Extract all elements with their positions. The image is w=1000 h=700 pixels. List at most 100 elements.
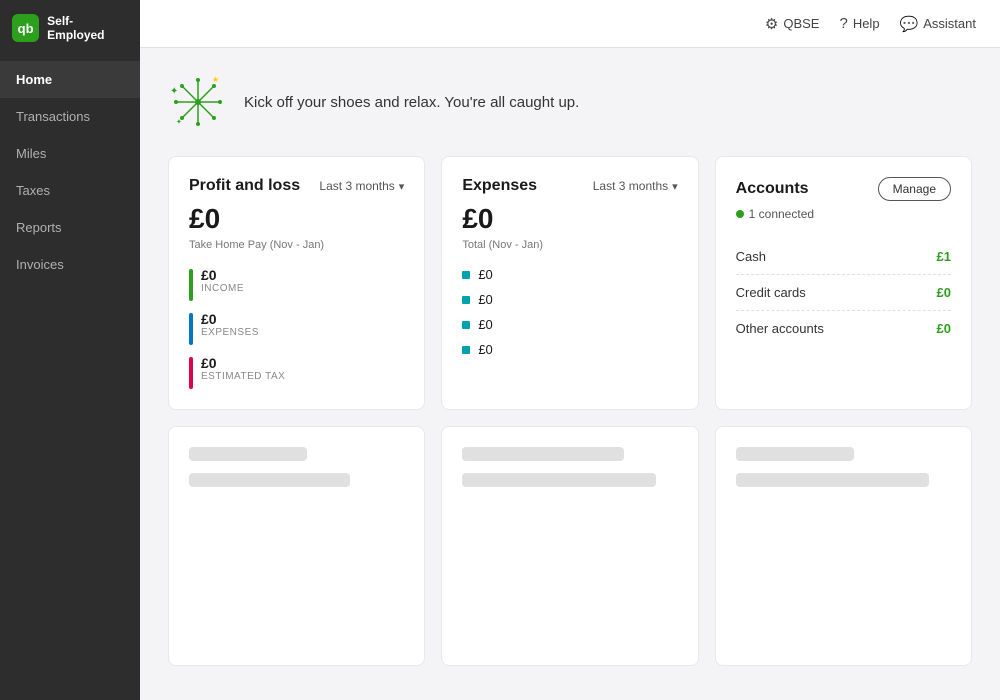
expenses-amount: £0 <box>462 203 677 235</box>
skeleton-line <box>736 447 854 461</box>
sidebar-item-home[interactable]: Home <box>0 61 140 98</box>
sidebar-item-invoices[interactable]: Invoices <box>0 246 140 283</box>
expense-value-4: £0 <box>478 342 492 357</box>
assistant-icon: 💬 <box>900 15 919 33</box>
skeleton-line <box>189 473 350 487</box>
expense-item-4: £0 <box>462 342 677 357</box>
expense-list: £0 £0 £0 £0 <box>462 267 677 357</box>
svg-text:✦: ✦ <box>176 118 182 126</box>
expense-dot-1 <box>462 271 470 279</box>
profit-loss-card: Profit and loss Last 3 months ▾ £0 Take … <box>168 156 425 410</box>
profit-loss-amount: £0 <box>189 203 404 235</box>
tax-value: £0 <box>201 355 285 371</box>
cards-grid: Profit and loss Last 3 months ▾ £0 Take … <box>168 156 972 666</box>
income-bar <box>189 269 193 301</box>
expense-value-2: £0 <box>478 292 492 307</box>
profit-loss-period-selector[interactable]: Last 3 months ▾ <box>319 179 404 193</box>
skeleton-line <box>736 473 930 487</box>
expense-dot-4 <box>462 346 470 354</box>
account-rows: Cash £1 Credit cards £0 Other accounts £… <box>736 239 951 346</box>
expenses-bar <box>189 313 193 345</box>
connected-count: 1 connected <box>749 207 814 221</box>
expense-value-3: £0 <box>478 317 492 332</box>
assistant-label: Assistant <box>923 16 976 31</box>
accounts-title: Accounts <box>736 180 809 198</box>
accounts-header: Accounts Manage <box>736 177 951 201</box>
sidebar-logo[interactable]: qb Self-Employed <box>0 0 140 57</box>
account-amount-cash: £1 <box>937 249 951 264</box>
gear-icon: ⚙ <box>765 15 778 33</box>
profit-loss-subtitle: Take Home Pay (Nov - Jan) <box>189 239 404 251</box>
expenses-item: £0 EXPENSES <box>189 311 404 345</box>
sidebar-item-transactions[interactable]: Transactions <box>0 98 140 135</box>
income-label: INCOME <box>201 283 244 294</box>
profit-loss-period-label: Last 3 months <box>319 179 394 193</box>
account-row-other: Other accounts £0 <box>736 311 951 346</box>
tax-item: £0 ESTIMATED TAX <box>189 355 404 389</box>
expense-dot-2 <box>462 296 470 304</box>
expenses-card-title: Expenses <box>462 177 537 195</box>
expenses-period-label: Last 3 months <box>593 179 668 193</box>
expense-value-1: £0 <box>478 267 492 282</box>
skeleton-line <box>189 447 307 461</box>
svg-text:✦: ✦ <box>170 86 178 97</box>
tax-content: £0 ESTIMATED TAX <box>201 355 285 382</box>
account-name-other: Other accounts <box>736 321 824 336</box>
income-content: £0 INCOME <box>201 267 244 294</box>
profit-loss-items: £0 INCOME £0 EXPENSES <box>189 267 404 389</box>
sidebar-item-taxes[interactable]: Taxes <box>0 172 140 209</box>
qbse-button[interactable]: ⚙ QBSE <box>765 15 820 33</box>
manage-button[interactable]: Manage <box>878 177 951 201</box>
firework-svg: ✦ ★ ✦ <box>168 72 228 132</box>
skeleton-card-1 <box>168 426 425 666</box>
account-amount-credit: £0 <box>937 285 951 300</box>
sidebar: qb Self-Employed Home Transactions Miles… <box>0 0 140 700</box>
expense-item-3: £0 <box>462 317 677 332</box>
income-value: £0 <box>201 267 244 283</box>
help-icon: ? <box>839 15 847 32</box>
qbse-label: QBSE <box>783 16 819 31</box>
skeleton-line <box>462 447 623 461</box>
skeleton-line <box>462 473 656 487</box>
firework-icon: ✦ ★ ✦ <box>168 72 228 132</box>
quickbooks-logo-icon: qb <box>12 14 39 42</box>
account-name-credit: Credit cards <box>736 285 806 300</box>
main-content: ⚙ QBSE ? Help 💬 Assistant <box>140 0 1000 700</box>
skeleton-card-2 <box>441 426 698 666</box>
account-amount-other: £0 <box>937 321 951 336</box>
income-item: £0 INCOME <box>189 267 404 301</box>
help-label: Help <box>853 16 880 31</box>
account-row-credit: Credit cards £0 <box>736 275 951 311</box>
expenses-value: £0 <box>201 311 259 327</box>
expense-item-2: £0 <box>462 292 677 307</box>
chevron-down-icon: ▾ <box>672 180 678 193</box>
expenses-content: £0 EXPENSES <box>201 311 259 338</box>
svg-text:★: ★ <box>212 75 219 84</box>
page-content: ✦ ★ ✦ Kick off your shoes and relax. You… <box>140 48 1000 700</box>
expenses-card-header: Expenses Last 3 months ▾ <box>462 177 677 195</box>
profit-loss-header: Profit and loss Last 3 months ▾ <box>189 177 404 195</box>
connected-badge: 1 connected <box>736 207 951 221</box>
accounts-card: Accounts Manage 1 connected Cash £1 Cred… <box>715 156 972 410</box>
sidebar-logo-text: Self-Employed <box>47 14 128 43</box>
expenses-label: EXPENSES <box>201 327 259 338</box>
topbar: ⚙ QBSE ? Help 💬 Assistant <box>140 0 1000 48</box>
profit-loss-title: Profit and loss <box>189 177 300 195</box>
chevron-down-icon: ▾ <box>399 180 405 193</box>
tax-bar <box>189 357 193 389</box>
help-button[interactable]: ? Help <box>839 15 879 32</box>
expenses-subtitle: Total (Nov - Jan) <box>462 239 677 251</box>
sidebar-nav: Home Transactions Miles Taxes Reports In… <box>0 61 140 283</box>
expense-item-1: £0 <box>462 267 677 282</box>
skeleton-card-3 <box>715 426 972 666</box>
connected-dot <box>736 210 744 218</box>
sidebar-item-miles[interactable]: Miles <box>0 135 140 172</box>
expenses-card: Expenses Last 3 months ▾ £0 Total (Nov -… <box>441 156 698 410</box>
assistant-button[interactable]: 💬 Assistant <box>900 15 976 33</box>
expenses-period-selector[interactable]: Last 3 months ▾ <box>593 179 678 193</box>
account-name-cash: Cash <box>736 249 766 264</box>
expense-dot-3 <box>462 321 470 329</box>
account-row-cash: Cash £1 <box>736 239 951 275</box>
tax-label: ESTIMATED TAX <box>201 371 285 382</box>
sidebar-item-reports[interactable]: Reports <box>0 209 140 246</box>
